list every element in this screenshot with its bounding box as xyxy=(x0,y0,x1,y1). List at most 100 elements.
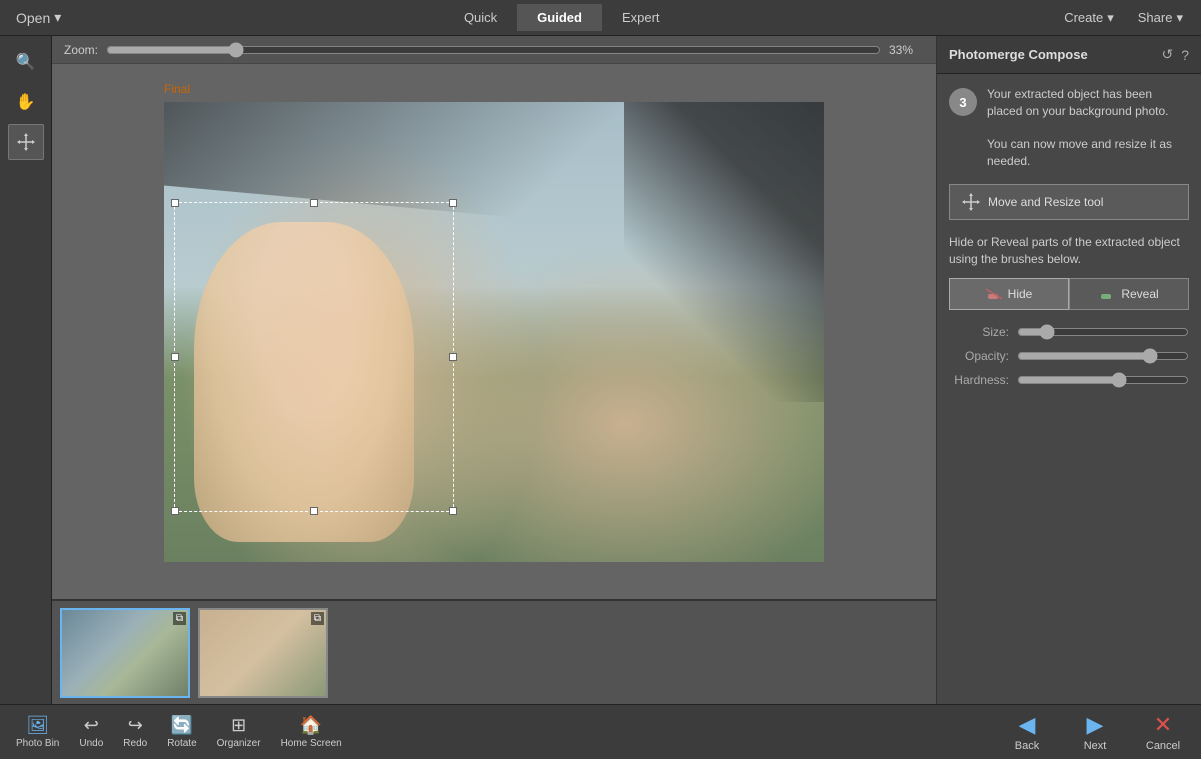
top-bar-right: Create ▾ Share ▾ xyxy=(1054,6,1193,30)
photo-thumb-1[interactable]: ⧉ xyxy=(60,608,190,698)
zoom-slider[interactable] xyxy=(106,42,881,58)
mode-guided[interactable]: Guided xyxy=(517,4,602,31)
hand-tool-button[interactable]: ✋ xyxy=(8,84,44,120)
photo-thumb-2[interactable]: ⧉ xyxy=(198,608,328,698)
thumb1-image xyxy=(62,610,188,696)
move-resize-tool-button[interactable] xyxy=(8,124,44,160)
create-label: Create xyxy=(1064,10,1103,25)
step-text-1: Your extracted object has been placed on… xyxy=(987,87,1168,118)
canvas-image xyxy=(164,102,824,562)
mode-quick[interactable]: Quick xyxy=(444,4,517,31)
photo-bin-label: Photo Bin xyxy=(16,738,59,749)
zoom-bar: Zoom: 33% xyxy=(52,36,936,64)
back-icon: ◀ xyxy=(1019,712,1036,738)
organizer-button[interactable]: ⊞ Organizer xyxy=(209,711,269,753)
subject-overlay xyxy=(194,222,414,542)
photo-bin-strip: ⧉ ⧉ xyxy=(52,599,936,704)
mode-expert[interactable]: Expert xyxy=(602,4,680,31)
brush-buttons: Hide Reveal xyxy=(949,278,1189,310)
hardness-slider[interactable] xyxy=(1017,372,1189,388)
top-bar-left: Open ▾ xyxy=(8,5,69,30)
organizer-icon: ⊞ xyxy=(231,715,246,736)
zoom-tool-icon: 🔍 xyxy=(16,52,36,72)
cancel-button[interactable]: ✕ Cancel xyxy=(1133,708,1193,756)
size-slider[interactable] xyxy=(1017,324,1189,340)
mode-selector: Quick Guided Expert xyxy=(69,4,1054,31)
cancel-label: Cancel xyxy=(1146,740,1180,752)
home-screen-label: Home Screen xyxy=(281,738,342,749)
back-label: Back xyxy=(1015,740,1039,752)
canvas-area: Zoom: 33% Final xyxy=(52,36,936,704)
zoom-percent: 33% xyxy=(889,43,924,57)
hide-brush-button[interactable]: Hide xyxy=(949,278,1069,310)
next-icon: ▶ xyxy=(1087,712,1104,738)
panel-header: Photomerge Compose ↺ ? xyxy=(937,36,1201,74)
hide-brush-icon xyxy=(986,286,1002,302)
rotate-label: Rotate xyxy=(167,738,196,749)
create-dropdown-icon: ▾ xyxy=(1107,10,1114,26)
hardness-slider-row: Hardness: xyxy=(949,372,1189,388)
create-button[interactable]: Create ▾ xyxy=(1054,6,1124,30)
redo-button[interactable]: ↪ Redo xyxy=(115,711,155,753)
top-bar: Open ▾ Quick Guided Expert Create ▾ Shar… xyxy=(0,0,1201,36)
panel-help-button[interactable]: ? xyxy=(1181,46,1189,63)
reveal-brush-button[interactable]: Reveal xyxy=(1069,278,1189,310)
opacity-slider[interactable] xyxy=(1017,348,1189,364)
tent-overlay-right xyxy=(624,102,824,402)
next-button[interactable]: ▶ Next xyxy=(1065,708,1125,756)
home-screen-icon: 🏠 xyxy=(300,715,322,736)
home-screen-button[interactable]: 🏠 Home Screen xyxy=(273,711,350,753)
bottom-right: ◀ Back ▶ Next ✕ Cancel xyxy=(989,708,1201,756)
bottom-left: 🖼 Photo Bin ↩ Undo ↪ Redo 🔄 Rotate ⊞ Org… xyxy=(0,711,920,753)
open-button[interactable]: Open ▾ xyxy=(8,5,69,30)
thumb2-icon: ⧉ xyxy=(311,612,324,625)
reveal-brush-icon xyxy=(1099,286,1115,302)
brush-section-label: Hide or Reveal parts of the extracted ob… xyxy=(949,234,1189,268)
zoom-tool-button[interactable]: 🔍 xyxy=(8,44,44,80)
open-label: Open xyxy=(16,10,50,26)
cancel-icon: ✕ xyxy=(1154,712,1172,738)
right-panel: Photomerge Compose ↺ ? 3 Your extracted … xyxy=(936,36,1201,704)
open-dropdown-icon: ▾ xyxy=(54,9,61,26)
canvas-wrapper: Final xyxy=(52,64,936,599)
undo-button[interactable]: ↩ Undo xyxy=(71,711,111,753)
photo-bin-button[interactable]: 🖼 Photo Bin xyxy=(8,711,67,753)
step-number: 3 xyxy=(949,88,977,116)
hardness-label: Hardness: xyxy=(949,373,1009,387)
canvas-label: Final xyxy=(164,82,190,96)
thumb2-image xyxy=(200,610,326,696)
share-button[interactable]: Share ▾ xyxy=(1128,6,1193,30)
panel-title: Photomerge Compose xyxy=(949,47,1088,62)
undo-icon: ↩ xyxy=(84,715,99,736)
redo-icon: ↪ xyxy=(128,715,143,736)
rotate-icon: 🔄 xyxy=(171,715,193,736)
opacity-slider-row: Opacity: xyxy=(949,348,1189,364)
canvas-image-container: Final xyxy=(164,102,824,562)
panel-content: 3 Your extracted object has been placed … xyxy=(937,74,1201,704)
step-text: Your extracted object has been placed on… xyxy=(987,86,1189,170)
next-label: Next xyxy=(1084,740,1107,752)
main-area: 🔍 ✋ Zoom: 33% Final xyxy=(0,36,1201,704)
step-row: 3 Your extracted object has been placed … xyxy=(949,86,1189,170)
panel-icons: ↺ ? xyxy=(1161,46,1189,63)
move-resize-icon xyxy=(16,132,36,152)
move-resize-btn-label: Move and Resize tool xyxy=(988,195,1103,209)
hide-label: Hide xyxy=(1008,287,1033,301)
opacity-label: Opacity: xyxy=(949,349,1009,363)
bottom-bar: 🖼 Photo Bin ↩ Undo ↪ Redo 🔄 Rotate ⊞ Org… xyxy=(0,704,1201,759)
step-text-2: You can now move and resize it as needed… xyxy=(987,137,1172,168)
panel-refresh-button[interactable]: ↺ xyxy=(1161,46,1173,63)
back-button[interactable]: ◀ Back xyxy=(997,708,1057,756)
share-label: Share xyxy=(1138,10,1173,25)
move-resize-tool-btn[interactable]: Move and Resize tool xyxy=(949,184,1189,220)
redo-label: Redo xyxy=(123,738,147,749)
size-label: Size: xyxy=(949,325,1009,339)
left-toolbar: 🔍 ✋ xyxy=(0,36,52,704)
thumb1-icon: ⧉ xyxy=(173,612,186,625)
photo-bin-icon: 🖼 xyxy=(26,715,49,736)
zoom-label: Zoom: xyxy=(64,43,98,57)
reveal-label: Reveal xyxy=(1121,287,1158,301)
rotate-button[interactable]: 🔄 Rotate xyxy=(159,711,204,753)
share-dropdown-icon: ▾ xyxy=(1176,10,1183,26)
brush-section: Hide or Reveal parts of the extracted ob… xyxy=(949,234,1189,388)
